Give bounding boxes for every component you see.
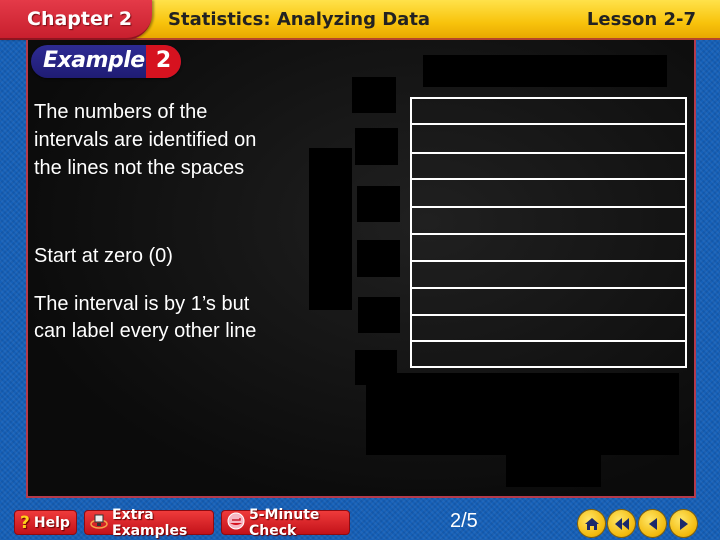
example-number-box: 2 bbox=[146, 45, 181, 78]
stopwatch-icon bbox=[227, 512, 245, 534]
teacher-computer-icon bbox=[90, 513, 108, 533]
redacted-title-block bbox=[423, 55, 667, 87]
header-bar: Statistics: Analyzing Data Lesson 2-7 Ch… bbox=[0, 0, 720, 40]
redacted-axis-title bbox=[309, 148, 352, 310]
grid-line bbox=[412, 287, 685, 289]
note-interval-by-ones: The interval is by 1’s but can label eve… bbox=[34, 293, 257, 342]
previous-slide-button[interactable] bbox=[639, 510, 666, 537]
redacted-axis-label bbox=[358, 297, 400, 333]
note-start-at-zero: Start at zero (0) bbox=[34, 245, 173, 267]
example-badge: Example 2 bbox=[31, 45, 181, 78]
question-mark-icon: ? bbox=[20, 512, 30, 533]
note-intervals-on-lines: The numbers of the intervals are identif… bbox=[34, 101, 257, 179]
extra-examples-label: Extra Examples bbox=[112, 506, 188, 539]
redacted-x-axis-title bbox=[506, 455, 601, 487]
grid-line bbox=[412, 178, 685, 180]
example-number: 2 bbox=[155, 48, 172, 73]
chapter-tab: Chapter 2 bbox=[0, 0, 152, 40]
help-button[interactable]: ? Help bbox=[14, 510, 77, 535]
redacted-category-labels bbox=[366, 373, 679, 455]
five-minute-check-button[interactable]: 5-Minute Check bbox=[221, 507, 350, 539]
grid-line bbox=[412, 206, 685, 208]
grid-line bbox=[412, 233, 685, 235]
next-slide-icon bbox=[679, 517, 688, 530]
grid-line bbox=[412, 340, 685, 342]
chapter-label: Chapter 2 bbox=[27, 8, 133, 30]
redacted-axis-label bbox=[357, 186, 400, 222]
home-button[interactable] bbox=[578, 510, 605, 537]
first-slide-button[interactable] bbox=[608, 510, 635, 537]
graph-grid bbox=[410, 97, 687, 368]
grid-line bbox=[412, 314, 685, 316]
redacted-axis-label bbox=[352, 77, 396, 113]
five-minute-check-label: 5-Minute Check bbox=[249, 506, 320, 539]
grid-line bbox=[412, 260, 685, 262]
lesson-label: Lesson 2-7 bbox=[586, 9, 696, 30]
previous-slide-icon bbox=[648, 517, 657, 530]
chapter-title: Statistics: Analyzing Data bbox=[168, 9, 431, 30]
home-icon bbox=[584, 517, 599, 530]
extra-examples-button[interactable]: Extra Examples bbox=[84, 507, 214, 539]
first-slide-icon bbox=[614, 517, 629, 530]
redacted-axis-label bbox=[357, 240, 400, 277]
help-label: Help bbox=[33, 514, 70, 531]
example-label: Example bbox=[43, 48, 145, 73]
next-slide-button[interactable] bbox=[670, 510, 697, 537]
grid-line bbox=[412, 123, 685, 125]
grid-line bbox=[412, 152, 685, 154]
page-indicator: 2/5 bbox=[450, 510, 478, 532]
redacted-axis-label bbox=[355, 128, 398, 165]
